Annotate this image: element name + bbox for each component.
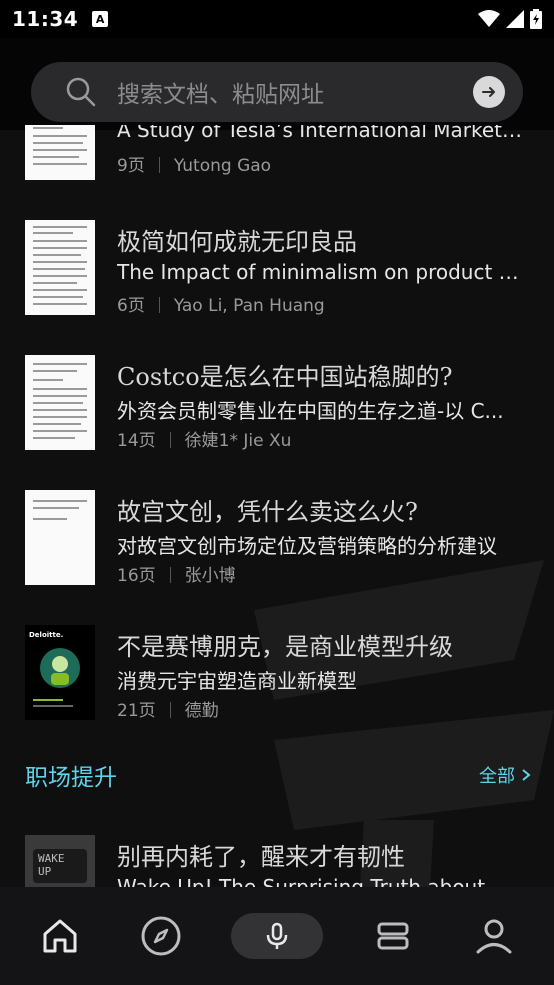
list-item[interactable]: Costco是怎么在中国站稳脚的? 外资会员制零售业在中国的生存之道-以 C..…: [0, 355, 554, 475]
page-count: 6页: [117, 296, 145, 316]
cover-illustration: [40, 648, 80, 688]
battery-icon: [530, 9, 542, 29]
status-bar: 11:34 A: [0, 0, 554, 38]
document-meta: 9页 Yutong Gao: [117, 151, 271, 176]
view-all-label: 全部: [479, 766, 515, 787]
document-author: Yao Li, Pan Huang: [173, 296, 325, 316]
profile-icon: [476, 919, 512, 954]
document-author: 张小博: [184, 566, 236, 586]
document-subtitle: 对故宫文创市场定位及营销策略的分析建议: [117, 534, 497, 558]
list-item[interactable]: 故宫文创，凭什么卖这么火? 对故宫文创市场定位及营销策略的分析建议 16页 张小博: [0, 490, 554, 610]
list-item[interactable]: A Study of Tesla’s International Marketi…: [0, 125, 554, 235]
chevron-right-icon: [522, 769, 531, 781]
document-subtitle: The Impact of minimalism on product De..…: [117, 260, 527, 284]
document-thumbnail: WAKE UP: [25, 835, 95, 887]
microphone-icon: [266, 922, 288, 949]
document-author: Yutong Gao: [173, 156, 272, 176]
page-count: 9页: [117, 156, 145, 176]
document-title: 别再内耗了，醒来才有韧性: [117, 843, 405, 871]
bottom-navigation: [0, 887, 554, 985]
search-bar[interactable]: 搜索文档、粘贴网址: [31, 62, 523, 122]
document-author: 徐婕1* Jie Xu: [184, 431, 292, 451]
page-count: 16页: [117, 566, 156, 586]
page-count: 14页: [117, 431, 156, 451]
document-feed[interactable]: A Study of Tesla’s International Marketi…: [0, 125, 554, 887]
signal-icon: [506, 10, 524, 28]
nav-discover[interactable]: [131, 906, 191, 966]
list-item[interactable]: 极简如何成就无印良品 The Impact of minimalism on p…: [0, 220, 554, 340]
search-input[interactable]: 搜索文档、粘贴网址: [117, 75, 473, 109]
search-submit-button[interactable]: [473, 76, 505, 108]
document-subtitle: 消费元宇宙塑造商业新模型: [117, 669, 357, 693]
document-title: 极简如何成就无印良品: [117, 228, 357, 256]
view-all-link[interactable]: 全部: [479, 762, 531, 788]
document-subtitle: Wake Up! The Surprising Truth about Wha: [117, 875, 527, 887]
nav-profile[interactable]: [464, 906, 524, 966]
section-header: 职场提升 全部: [25, 758, 531, 792]
document-subtitle: A Study of Tesla’s International Marketi…: [117, 125, 527, 142]
nav-voice-button[interactable]: [230, 913, 323, 959]
document-thumbnail: [25, 220, 95, 315]
arrow-right-icon: [482, 87, 495, 97]
list-item[interactable]: WAKE UP 别再内耗了，醒来才有韧性 Wake Up! The Surpri…: [0, 835, 554, 887]
stack-icon: [377, 922, 409, 950]
document-meta: 21页 德勤: [117, 696, 219, 721]
section-title: 职场提升: [25, 765, 117, 791]
document-thumbnail: Deloitte.: [25, 625, 95, 720]
status-time: 11:34: [12, 7, 79, 31]
nav-library[interactable]: [363, 906, 423, 966]
document-thumbnail: [25, 355, 95, 450]
document-thumbnail: [25, 125, 95, 180]
compass-icon: [141, 916, 181, 956]
document-title: Costco是怎么在中国站稳脚的?: [117, 363, 453, 391]
thumb-text: WAKE UP: [33, 849, 87, 883]
document-meta: 16页 张小博: [117, 561, 236, 586]
wifi-icon: [478, 10, 500, 27]
document-subtitle: 外资会员制零售业在中国的生存之道-以 C...: [117, 399, 504, 423]
notification-icon: A: [92, 11, 109, 27]
home-icon: [43, 919, 77, 953]
document-meta: 6页 Yao Li, Pan Huang: [117, 291, 325, 316]
search-icon: [66, 77, 96, 107]
status-icons: [478, 9, 542, 29]
document-meta: 14页 徐婕1* Jie Xu: [117, 426, 291, 451]
list-item[interactable]: Deloitte. 不是赛博朋克，是商业模型升级 消费元宇宙塑造商业新模型 21…: [0, 625, 554, 745]
document-author: 德勤: [184, 701, 219, 721]
document-thumbnail: [25, 490, 95, 585]
nav-home[interactable]: [30, 906, 90, 966]
page-count: 21页: [117, 701, 156, 721]
deloitte-brand: Deloitte.: [29, 631, 64, 639]
document-title: 不是赛博朋克，是商业模型升级: [117, 633, 453, 661]
document-title: 故宫文创，凭什么卖这么火?: [117, 498, 418, 526]
